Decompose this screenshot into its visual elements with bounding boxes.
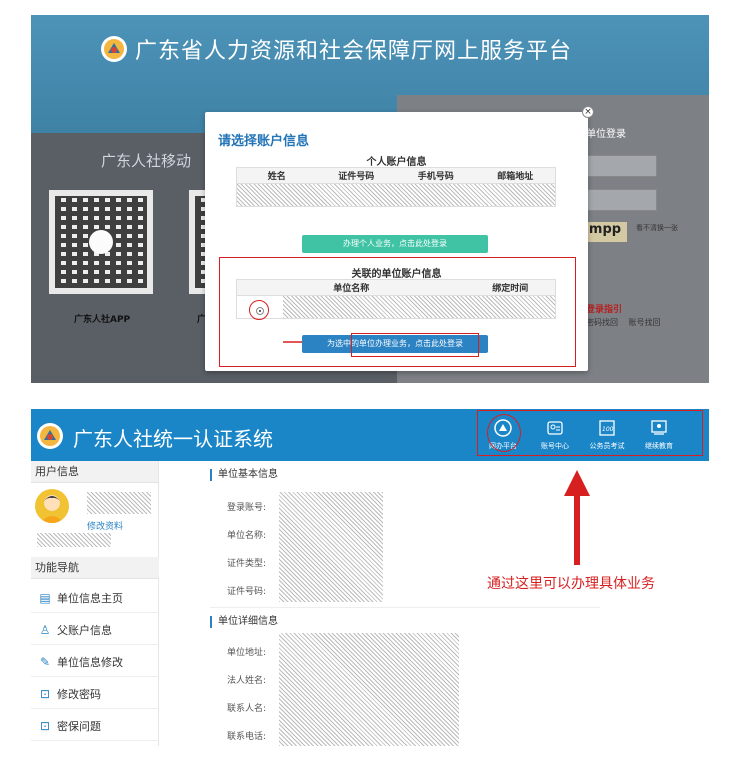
sidebar-item-label: 密保问题 <box>57 719 101 733</box>
user-info-heading: 用户信息 <box>31 461 158 483</box>
column-header: 手机号码 <box>417 172 454 182</box>
field-label: 联系人名: <box>227 704 267 714</box>
table-header: 单位名称 绑定时间 <box>237 280 555 296</box>
home-icon: ▤ <box>39 590 51 605</box>
field-label: 证件类型: <box>227 559 267 569</box>
field-label: 单位名称: <box>227 531 267 541</box>
redacted-row <box>283 296 555 318</box>
divider <box>210 607 600 608</box>
redacted-basic-info <box>279 492 383 602</box>
personal-account-table: 姓名 证件号码 手机号码 邮箱地址 <box>236 167 556 207</box>
field-label: 单位地址: <box>227 648 267 658</box>
redacted-row <box>237 184 555 206</box>
login-page-screenshot: 广东省人力资源和社会保障厅网上服务平台 广东人社移动 广东人社APP 广 单位登… <box>31 15 709 383</box>
sidebar-item-label: 修改密码 <box>57 687 101 701</box>
column-header: 绑定时间 <box>492 284 529 294</box>
function-nav-heading: 功能导航 <box>31 557 159 579</box>
highlight-circle-online-platform <box>487 414 521 452</box>
portal-title: 广东人社统一认证系统 <box>73 427 273 451</box>
sidebar-item-label: 单位信息修改 <box>57 655 123 669</box>
section-heading-basic: 单位基本信息 <box>210 469 278 481</box>
password-input[interactable] <box>581 189 657 211</box>
redacted-detail-info <box>279 633 459 746</box>
arrow-up-icon <box>564 470 590 565</box>
sidebar-item-edit-unit[interactable]: ✎ 单位信息修改 <box>31 647 159 677</box>
field-label: 联系电话: <box>227 732 267 742</box>
edit-profile-link[interactable]: 修改资料 <box>87 519 123 532</box>
portal-title: 广东省人力资源和社会保障厅网上服务平台 <box>101 33 572 65</box>
field-label: 登录账号: <box>227 503 267 513</box>
sidebar: 用户信息 修改资料 功能导航 ▤ 单位信息主页 ♙ 父账户信息 ✎ 单位信息修改… <box>31 461 159 746</box>
account-select-modal: × 请选择账户信息 个人账户信息 姓名 证件号码 手机号码 邮箱地址 办理个人业… <box>205 106 594 371</box>
edit-icon: ✎ <box>39 654 51 669</box>
mobile-section-label: 广东人社移动 <box>101 152 192 170</box>
sidebar-item-unit-home[interactable]: ▤ 单位信息主页 <box>31 583 159 613</box>
sidebar-item-parent-account[interactable]: ♙ 父账户信息 <box>31 615 159 645</box>
sidebar-item-label: 单位信息主页 <box>57 591 123 605</box>
qr-code-app <box>49 190 153 294</box>
sidebar-item-change-password[interactable]: ⊡ 修改密码 <box>31 679 159 709</box>
sidebar-item-security-question[interactable]: ⊡ 密保问题 <box>31 711 159 741</box>
annotation-text: 通过这里可以办理具体业务 <box>487 576 655 592</box>
unit-section-title: 关联的单位账户信息 <box>351 269 442 280</box>
unit-account-table: 单位名称 绑定时间 <box>236 279 556 319</box>
column-header: 邮箱地址 <box>497 172 534 182</box>
table-header: 姓名 证件号码 手机号码 邮箱地址 <box>237 168 555 184</box>
field-label: 法人姓名: <box>227 676 267 686</box>
captcha-image[interactable]: mpp <box>583 222 627 242</box>
personal-section-title: 个人账户信息 <box>366 157 427 168</box>
section-heading-detail: 单位详细信息 <box>210 616 278 628</box>
redacted-username <box>87 492 151 514</box>
sidebar-item-label: 父账户信息 <box>57 623 112 637</box>
user-icon: ♙ <box>39 622 51 637</box>
emblem-icon <box>89 230 113 254</box>
login-guide-link[interactable]: 登录指引 <box>586 302 622 315</box>
personal-login-button[interactable]: 办理个人业务，点击此处登录 <box>302 235 488 253</box>
tab-unit-login[interactable]: 单位登录 <box>586 125 626 140</box>
username-input[interactable] <box>581 155 657 177</box>
modal-title: 请选择账户信息 <box>218 134 310 149</box>
qr-caption-app: 广东人社APP <box>74 315 131 325</box>
column-header: 姓名 <box>267 172 286 182</box>
column-header: 单位名称 <box>333 284 370 294</box>
column-header: 证件号码 <box>338 172 375 182</box>
emblem-icon <box>101 36 127 62</box>
lock-icon: ⊡ <box>39 718 51 733</box>
avatar <box>35 489 69 523</box>
refresh-captcha-link[interactable]: 看不清换一张 <box>636 223 678 233</box>
field-label: 证件号码: <box>227 587 267 597</box>
close-icon[interactable]: × <box>582 106 594 118</box>
highlight-box-unit-button <box>351 333 479 357</box>
emblem-icon <box>37 423 63 449</box>
redacted-account <box>37 533 111 547</box>
recover-links[interactable]: 密码找回 账号找回 <box>586 317 661 328</box>
lock-icon: ⊡ <box>39 686 51 701</box>
main-content: 单位基本信息 登录账号: 单位名称: 证件类型: 证件号码: 单位详细信息 单位… <box>210 461 709 746</box>
highlight-circle-radio <box>249 300 269 320</box>
